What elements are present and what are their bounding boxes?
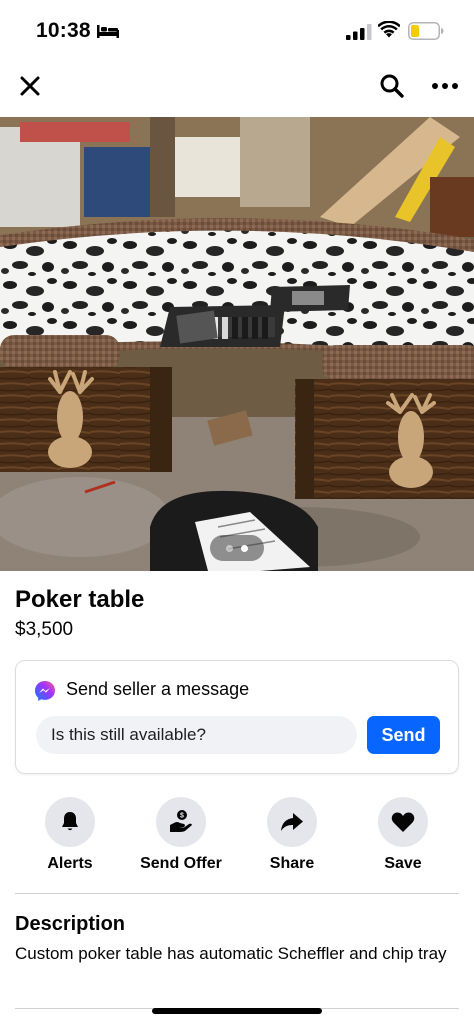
alerts-label: Alerts: [47, 855, 93, 872]
close-icon: [20, 76, 40, 96]
nav-bar: [0, 62, 474, 116]
signal-icon: [346, 24, 372, 40]
listing-photo[interactable]: [0, 117, 474, 571]
bell-icon: [62, 812, 78, 831]
description-text: Custom poker table has automatic Scheffl…: [15, 944, 447, 963]
send-offer-circle: $: [156, 797, 206, 847]
share-icon: [281, 813, 303, 831]
photo-pager: [210, 535, 264, 561]
close-button[interactable]: [14, 70, 46, 102]
share-label: Share: [269, 855, 315, 872]
poker-table-image: [0, 117, 474, 571]
pager-dot: [226, 545, 233, 552]
save-button[interactable]: Save: [348, 797, 458, 877]
messenger-icon: [35, 681, 55, 701]
alerts-button[interactable]: Alerts: [15, 797, 125, 877]
status-time: 10:38: [36, 19, 91, 42]
divider: [15, 893, 459, 894]
send-offer-label: Send Offer: [140, 855, 222, 872]
more-options-button[interactable]: [428, 70, 462, 102]
save-circle: [378, 797, 428, 847]
action-bar: Alerts $ Send Offer Share Save: [0, 797, 474, 877]
alerts-circle: [45, 797, 95, 847]
description-heading: Description: [15, 913, 126, 935]
send-button[interactable]: Send: [367, 716, 440, 754]
svg-text:$: $: [180, 813, 184, 820]
battery-icon: [408, 22, 444, 40]
message-heading: Send seller a message: [66, 679, 250, 699]
pager-dot-active: [241, 545, 248, 552]
search-icon: [380, 74, 404, 98]
listing-price: $3,500: [15, 619, 74, 640]
share-button[interactable]: Share: [237, 797, 347, 877]
bed-icon: [97, 25, 119, 38]
send-offer-button[interactable]: $ Send Offer: [126, 797, 236, 877]
share-circle: [267, 797, 317, 847]
save-label: Save: [384, 855, 422, 872]
more-icon: [432, 83, 458, 89]
heart-icon: [391, 812, 415, 832]
message-input[interactable]: [36, 716, 357, 754]
listing-title: Poker table: [15, 586, 145, 613]
status-bar: 10:38: [0, 0, 474, 62]
search-button[interactable]: [376, 70, 408, 102]
home-indicator[interactable]: [152, 1008, 322, 1014]
offer-icon: $: [170, 810, 192, 832]
message-seller-card: Send seller a message Send: [15, 660, 459, 774]
wifi-icon: [378, 21, 400, 38]
